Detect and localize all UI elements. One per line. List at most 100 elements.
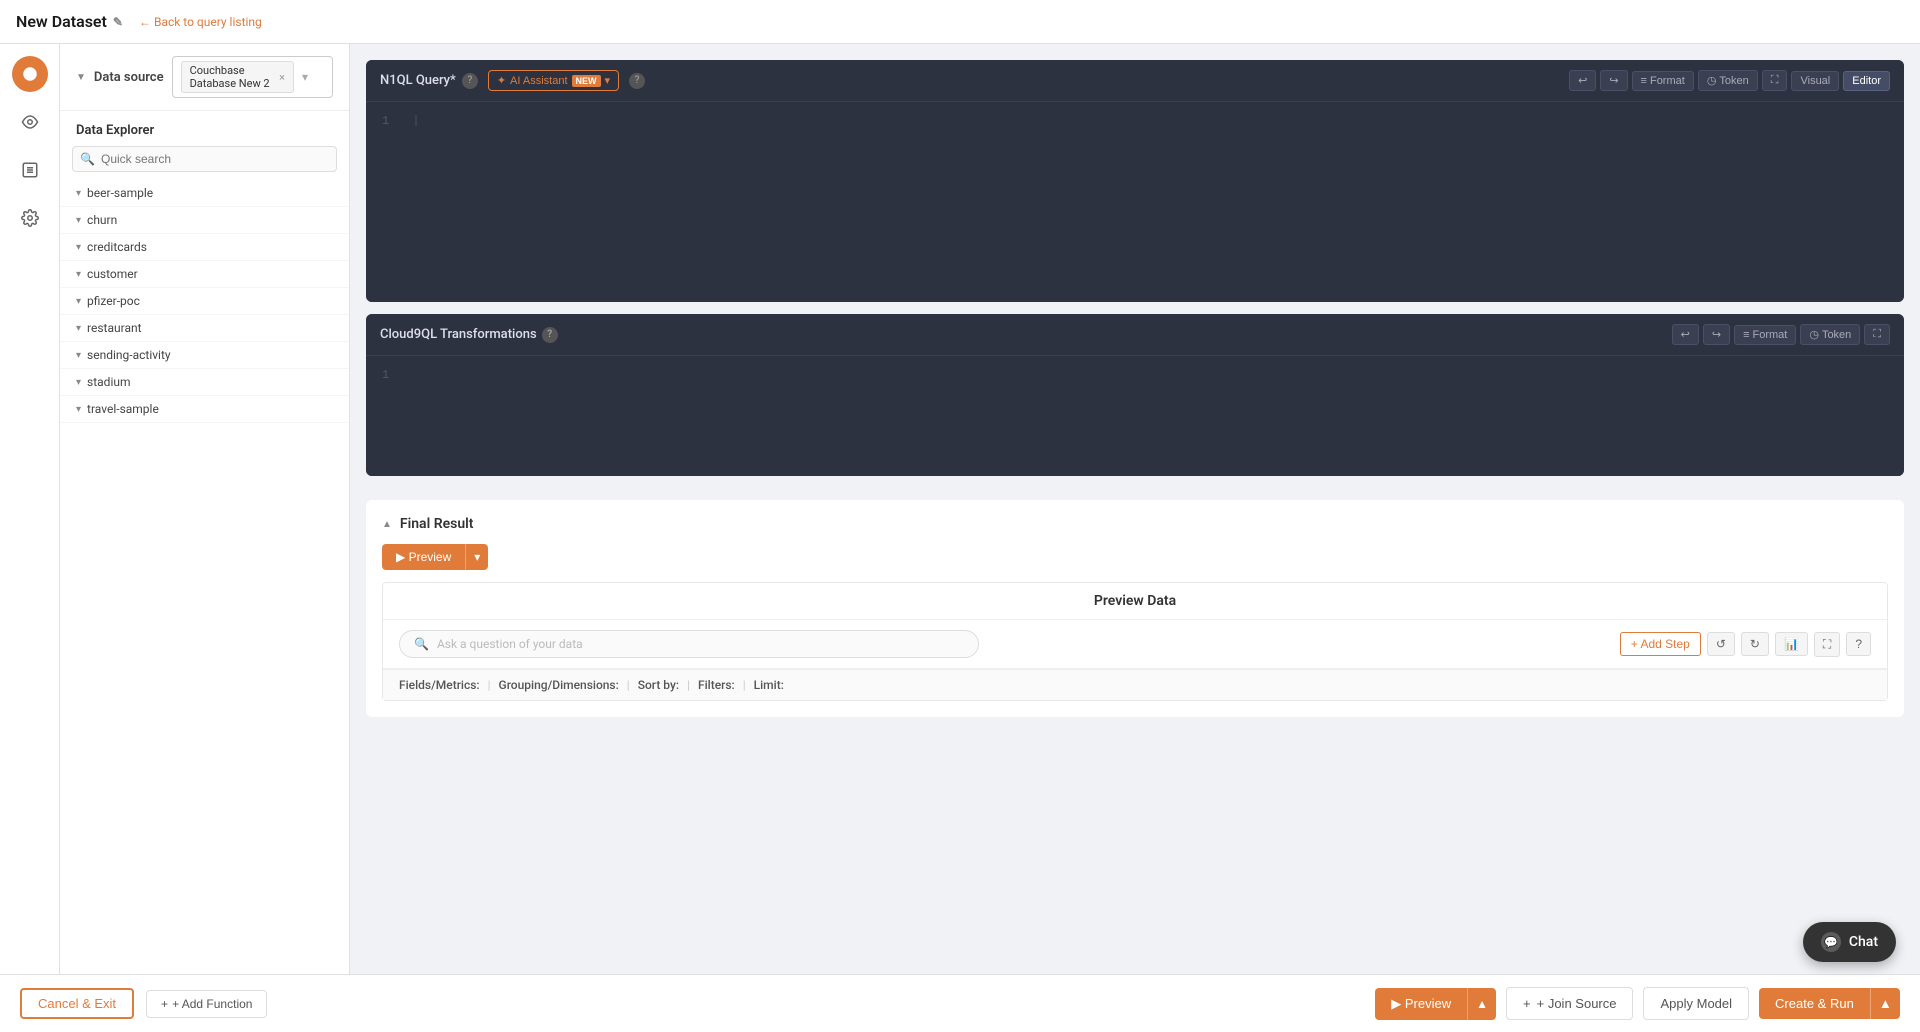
apply-model-button[interactable]: Apply Model xyxy=(1643,987,1749,1020)
sort-label: Sort by: xyxy=(638,678,679,692)
list-item[interactable]: ▾beer-sample xyxy=(60,180,349,207)
query-token-button[interactable]: ◷ Token xyxy=(1698,70,1758,91)
final-result-title: Final Result xyxy=(400,516,474,532)
sidebar-icon-settings[interactable] xyxy=(12,200,48,236)
transform-expand-button[interactable]: ⛶ xyxy=(1864,324,1890,345)
tree-expand-icon: ▾ xyxy=(76,296,81,307)
editor-area: N1QL Query* ? ✦ AI Assistant NEW ▾ ? ↩ xyxy=(350,44,1920,1032)
list-item[interactable]: ▾creditcards xyxy=(60,234,349,261)
transform-token-button[interactable]: ◷ Token xyxy=(1800,324,1860,345)
datasource-collapse-arrow[interactable]: ▼ xyxy=(76,72,86,83)
transform-header: Cloud9QL Transformations ? ↩ ↪ ≡ Format … xyxy=(366,314,1904,356)
create-run-chevron[interactable]: ▲ xyxy=(1870,988,1900,1019)
preview-btn-bottom[interactable]: ▶ Preview xyxy=(1375,988,1467,1020)
final-result-section: ▲ Final Result ▶ Preview ▾ Preview Data … xyxy=(366,500,1904,717)
transform-code-editor[interactable]: 1 xyxy=(366,356,1904,476)
list-item[interactable]: ▾churn xyxy=(60,207,349,234)
list-item[interactable]: ▾sending-activity xyxy=(60,342,349,369)
transform-undo-button[interactable]: ↩ xyxy=(1672,324,1699,345)
list-item[interactable]: ▾pfizer-poc xyxy=(60,288,349,315)
preview-button[interactable]: ▶ Preview xyxy=(382,544,465,570)
fields-separator1: | xyxy=(488,678,491,692)
edit-icon[interactable]: ✎ xyxy=(113,15,123,29)
create-run-button[interactable]: Create & Run xyxy=(1759,988,1870,1019)
tree-expand-icon: ▾ xyxy=(76,242,81,253)
query-toolbar-right: ↩ ↪ ≡ Format ◷ Token ⛶ Visual Editor xyxy=(1569,70,1890,91)
format-icon: ≡ xyxy=(1641,75,1647,87)
fields-label: Fields/Metrics: xyxy=(399,678,480,692)
tree-expand-icon: ▾ xyxy=(76,323,81,334)
chat-label: Chat xyxy=(1849,934,1878,950)
transform-help-icon[interactable]: ? xyxy=(542,327,558,343)
bottom-bar: Cancel & Exit + + Add Function ▶ Preview… xyxy=(0,974,1920,1032)
chat-fab[interactable]: 💬 Chat xyxy=(1803,922,1896,962)
tree-expand-icon: ▾ xyxy=(76,404,81,415)
datasource-close-icon[interactable]: × xyxy=(279,71,285,84)
tree-expand-icon: ▾ xyxy=(76,350,81,361)
datasource-row: ▼ Data source Couchbase Database New 2 ×… xyxy=(60,44,349,111)
preview-data-area: Preview Data 🔍 Ask a question of your da… xyxy=(382,582,1888,701)
datasource-chevron-icon[interactable]: ▾ xyxy=(302,70,308,84)
transform-redo-button[interactable]: ↪ xyxy=(1703,324,1730,345)
preview-tool-help[interactable]: ? xyxy=(1846,632,1871,656)
query-format-button[interactable]: ≡ Format xyxy=(1632,71,1694,91)
datasource-select[interactable]: Couchbase Database New 2 × ▾ xyxy=(172,56,333,98)
main-content: ▼ Data source Couchbase Database New 2 ×… xyxy=(60,44,1920,1032)
ask-placeholder: Ask a question of your data xyxy=(437,637,583,651)
transform-format-icon: ≡ xyxy=(1743,329,1749,341)
fields-row: Fields/Metrics: | Grouping/Dimensions: |… xyxy=(383,669,1887,700)
query-redo-button[interactable]: ↪ xyxy=(1600,70,1627,91)
join-source-button[interactable]: + + Join Source xyxy=(1506,987,1633,1020)
list-item[interactable]: ▾stadium xyxy=(60,369,349,396)
transform-toolbar-right: ↩ ↪ ≡ Format ◷ Token ⛶ xyxy=(1672,324,1890,345)
query-cursor: | xyxy=(412,114,419,128)
preview-button-group: ▶ Preview ▾ xyxy=(382,544,1888,570)
back-link[interactable]: ← Back to query listing xyxy=(139,15,262,29)
query-help-icon[interactable]: ? xyxy=(462,73,478,89)
preview-tool-expand[interactable]: ⛶ xyxy=(1814,632,1840,657)
transform-line-number: 1 xyxy=(382,368,389,382)
ai-star-icon: ✦ xyxy=(497,74,506,87)
final-result-collapse-arrow[interactable]: ▲ xyxy=(382,519,392,530)
sidebar-icon-eye[interactable] xyxy=(12,104,48,140)
sidebar-icon-list[interactable] xyxy=(12,152,48,188)
ai-assistant-button[interactable]: ✦ AI Assistant NEW ▾ xyxy=(488,70,619,91)
preview-tools: + Add Step ↺ ↻ 📊 ⛶ ? xyxy=(1620,632,1871,657)
transform-format-button[interactable]: ≡ Format xyxy=(1734,325,1796,345)
query-code-editor[interactable]: 1 | xyxy=(366,102,1904,302)
tree-expand-icon: ▾ xyxy=(76,269,81,280)
grouping-label: Grouping/Dimensions: xyxy=(499,678,619,692)
preview-tool-refresh[interactable]: ↺ xyxy=(1707,632,1735,656)
bottom-spacer xyxy=(366,741,1904,811)
ai-new-badge: NEW xyxy=(572,75,601,87)
sidebar-icons xyxy=(0,44,60,1032)
list-item[interactable]: ▾restaurant xyxy=(60,315,349,342)
fields-separator4: | xyxy=(743,678,746,692)
list-item[interactable]: ▾customer xyxy=(60,261,349,288)
transform-section: Cloud9QL Transformations ? ↩ ↪ ≡ Format … xyxy=(366,314,1904,476)
data-explorer-panel: ▼ Data source Couchbase Database New 2 ×… xyxy=(60,44,350,1032)
query-editor-button[interactable]: Editor xyxy=(1843,71,1890,91)
search-input[interactable] xyxy=(72,146,337,172)
query-line-number: 1 xyxy=(382,114,389,128)
cancel-exit-button[interactable]: Cancel & Exit xyxy=(20,988,134,1019)
preview-tool-refresh2[interactable]: ↻ xyxy=(1741,632,1769,656)
preview-tool-chart[interactable]: 📊 xyxy=(1775,632,1808,656)
query-undo-button[interactable]: ↩ xyxy=(1569,70,1596,91)
sidebar-icon-home[interactable] xyxy=(12,56,48,92)
add-step-button[interactable]: + Add Step xyxy=(1620,632,1701,656)
join-source-label: + Join Source xyxy=(1537,996,1617,1011)
add-function-button[interactable]: + + Add Function xyxy=(146,990,267,1018)
datasource-value: Couchbase Database New 2 xyxy=(190,64,276,90)
ai-assistant-help-icon[interactable]: ? xyxy=(629,73,645,89)
query-visual-button[interactable]: Visual xyxy=(1791,71,1839,91)
preview-chevron-bottom[interactable]: ▲ xyxy=(1467,988,1496,1020)
query-expand-button[interactable]: ⛶ xyxy=(1762,70,1788,91)
search-box: 🔍 xyxy=(72,146,337,172)
preview-dropdown-button[interactable]: ▾ xyxy=(465,544,488,570)
list-item[interactable]: ▾travel-sample xyxy=(60,396,349,423)
datasource-tag[interactable]: Couchbase Database New 2 × xyxy=(181,61,294,93)
ask-question-row: 🔍 Ask a question of your data + Add Step… xyxy=(383,620,1887,669)
query-tab-label: N1QL Query* xyxy=(380,73,456,88)
ask-question-input[interactable]: 🔍 Ask a question of your data xyxy=(399,630,979,658)
